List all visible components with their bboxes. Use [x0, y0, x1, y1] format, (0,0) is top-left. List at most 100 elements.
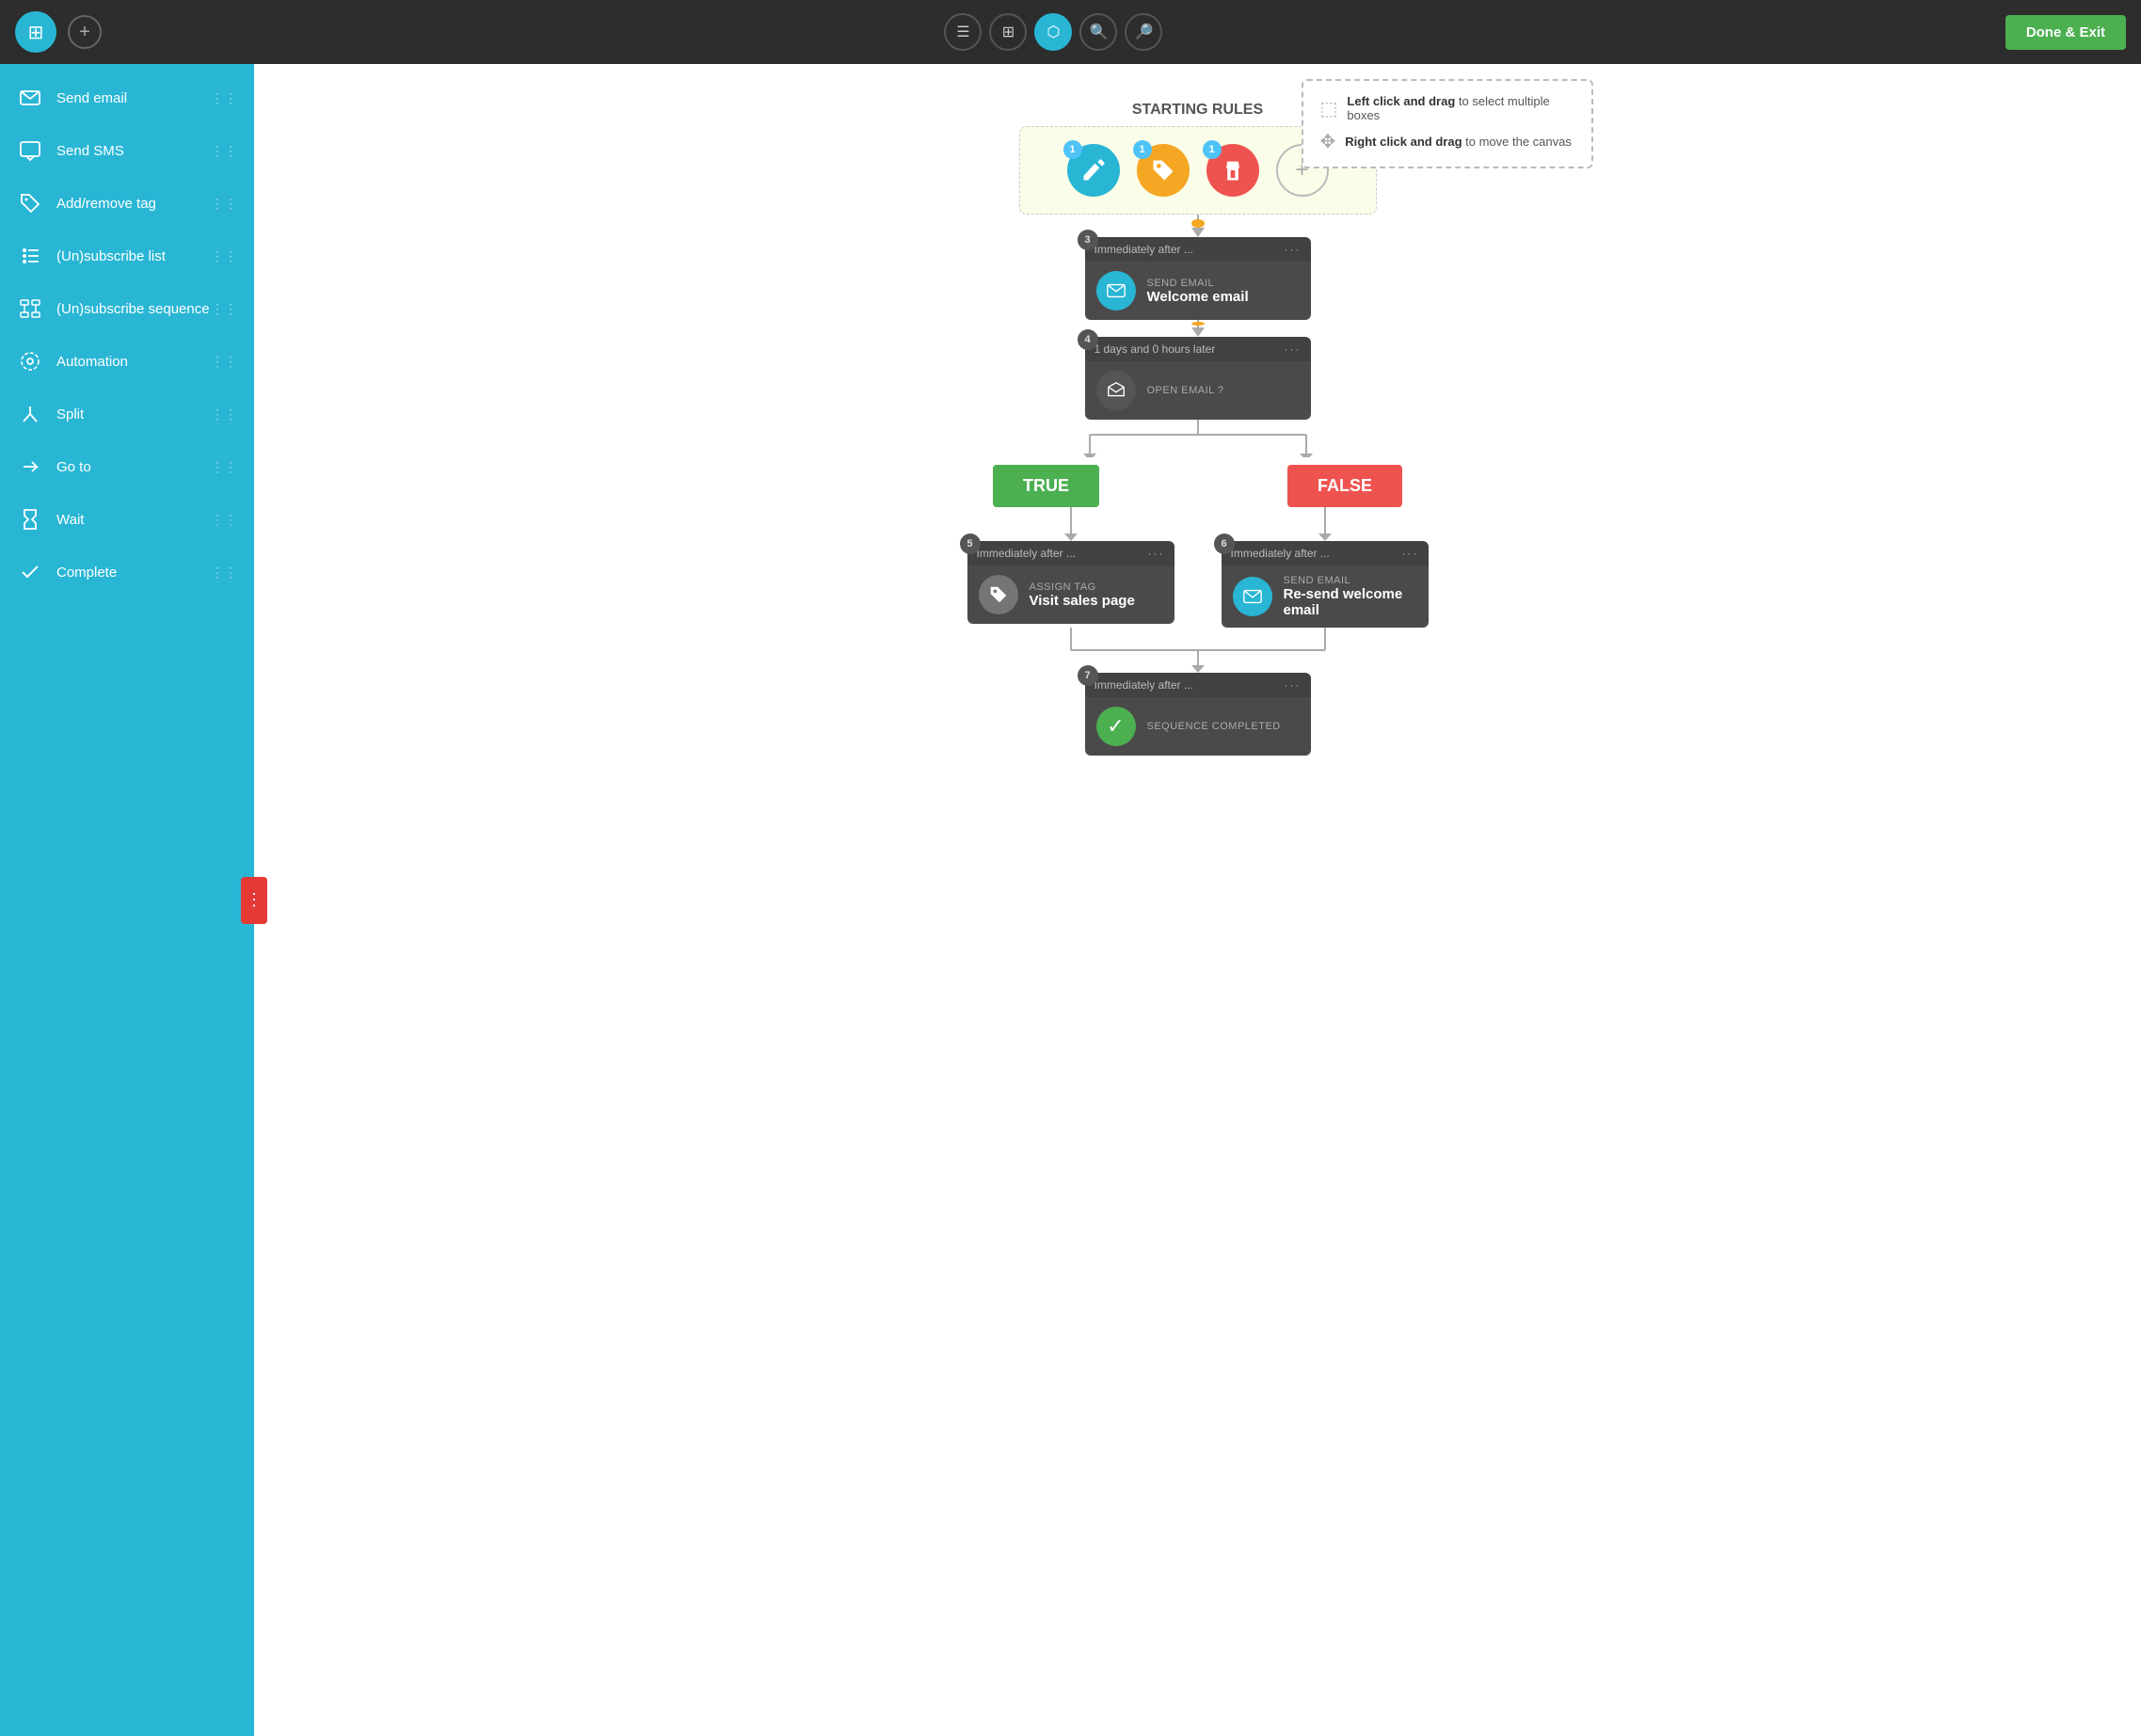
false-button[interactable]: FALSE	[1287, 465, 1402, 507]
complete-label: Complete	[56, 565, 117, 581]
add-remove-tag-label: Add/remove tag	[56, 196, 156, 212]
drag-handle[interactable]: ⋮⋮	[211, 196, 237, 212]
go-to-label: Go to	[56, 459, 91, 475]
select-boxes-icon: ⬚	[1320, 97, 1338, 120]
drag-handle[interactable]: ⋮⋮	[211, 90, 237, 106]
node7-menu[interactable]: ···	[1285, 678, 1302, 692]
node3-body: SEND EMAIL Welcome email	[1085, 262, 1311, 320]
topbar-center: ☰ ⊞ ⬡ 🔍 🔎	[102, 13, 2005, 51]
node7-header: Immediately after ... ···	[1085, 673, 1311, 697]
help-left-click: Left click and drag to select multiple b…	[1347, 94, 1574, 122]
sidebar-item-send-sms[interactable]: Send SMS ⋮⋮	[0, 124, 254, 177]
branch-down-connector-svg	[1000, 507, 1396, 541]
node5-menu[interactable]: ···	[1148, 547, 1165, 560]
node5-assign-tag[interactable]: Immediately after ... ··· ASSIGN TAG Vis…	[967, 541, 1174, 624]
rule-circle-2[interactable]: 1	[1137, 144, 1190, 197]
node7-sequence-completed[interactable]: Immediately after ... ··· ✓ SEQUENCE COM…	[1085, 673, 1311, 756]
drag-handle[interactable]: ⋮⋮	[211, 512, 237, 528]
grid-view-button[interactable]: ⊞	[989, 13, 1027, 51]
connector-dot	[1191, 219, 1205, 228]
sidebar: Send email ⋮⋮ Send SMS ⋮⋮ Add/remove tag…	[0, 64, 254, 1736]
sidebar-item-complete[interactable]: Complete ⋮⋮	[0, 546, 254, 598]
goto-icon	[17, 454, 43, 480]
drag-handle[interactable]: ⋮⋮	[211, 406, 237, 422]
canvas-inner: ⬚ Left click and drag to select multiple…	[775, 64, 1622, 1052]
send-email-icon	[17, 85, 43, 111]
complete-icon	[17, 559, 43, 585]
node5-text: ASSIGN TAG Visit sales page	[1030, 581, 1135, 609]
send-sms-label: Send SMS	[56, 143, 124, 159]
resend-email-node-icon	[1233, 577, 1272, 616]
node4-body: OPEN EMAIL ?	[1085, 361, 1311, 420]
node4-open-email[interactable]: 1 days and 0 hours later ··· OPEN EMAIL …	[1085, 337, 1311, 420]
sidebar-collapse-button[interactable]: ⋮	[241, 877, 267, 924]
wait-icon	[17, 506, 43, 533]
topbar: ⊞ + ☰ ⊞ ⬡ 🔍 🔎 Done & Exit	[0, 0, 2141, 64]
flow-view-button[interactable]: ⬡	[1034, 13, 1072, 51]
sidebar-item-send-email[interactable]: Send email ⋮⋮	[0, 72, 254, 124]
send-email-node-icon	[1096, 271, 1136, 311]
true-button[interactable]: TRUE	[993, 465, 1099, 507]
node7-badge: 7	[1078, 665, 1098, 686]
rule-badge-2: 1	[1133, 140, 1152, 159]
sidebar-item-split[interactable]: Split ⋮⋮	[0, 388, 254, 440]
send-sms-icon	[17, 137, 43, 164]
node4-header: 1 days and 0 hours later ···	[1085, 337, 1311, 361]
automation-icon	[17, 348, 43, 374]
split-label: Split	[56, 406, 84, 422]
node7-text: SEQUENCE COMPLETED	[1147, 721, 1281, 732]
node6-resend-email[interactable]: Immediately after ... ··· SEND EMAIL Re-…	[1222, 541, 1429, 628]
node3-send-email[interactable]: Immediately after ... ··· SEND EMAIL Wel…	[1085, 237, 1311, 320]
drag-handle[interactable]: ⋮⋮	[211, 354, 237, 370]
help-box: ⬚ Left click and drag to select multiple…	[1302, 79, 1593, 168]
node4-text: OPEN EMAIL ?	[1147, 385, 1224, 396]
rule-circle-1[interactable]: 1	[1067, 144, 1120, 197]
sequence-icon	[17, 295, 43, 322]
tag-icon	[17, 190, 43, 216]
sidebar-item-go-to[interactable]: Go to ⋮⋮	[0, 440, 254, 493]
node6-badge: 6	[1214, 534, 1235, 554]
sidebar-item-unsubscribe-sequence[interactable]: (Un)subscribe sequence ⋮⋮	[0, 282, 254, 335]
unsubscribe-list-label: (Un)subscribe list	[56, 248, 166, 264]
add-button[interactable]: +	[68, 15, 102, 49]
sidebar-item-add-remove-tag[interactable]: Add/remove tag ⋮⋮	[0, 177, 254, 230]
node4-menu[interactable]: ···	[1285, 342, 1302, 356]
logo-icon: ⊞	[15, 11, 56, 53]
zoom-in-button[interactable]: 🔎	[1125, 13, 1162, 51]
node6-text: SEND EMAIL Re-send welcome email	[1284, 575, 1417, 618]
node3-menu[interactable]: ···	[1285, 243, 1302, 256]
canvas[interactable]: ⬚ Left click and drag to select multiple…	[254, 64, 2141, 1736]
main-layout: Send email ⋮⋮ Send SMS ⋮⋮ Add/remove tag…	[0, 64, 2141, 1736]
split-icon	[17, 401, 43, 427]
unsubscribe-sequence-label: (Un)subscribe sequence	[56, 301, 210, 317]
rule-circle-3[interactable]: 1	[1206, 144, 1259, 197]
zoom-out-button[interactable]: 🔍	[1079, 13, 1117, 51]
done-exit-button[interactable]: Done & Exit	[2005, 15, 2126, 50]
node6-menu[interactable]: ···	[1402, 547, 1419, 560]
list-view-button[interactable]: ☰	[944, 13, 982, 51]
send-email-label: Send email	[56, 90, 127, 106]
node7-body: ✓ SEQUENCE COMPLETED	[1085, 697, 1311, 756]
assign-tag-node-icon	[979, 575, 1018, 614]
drag-handle[interactable]: ⋮⋮	[211, 301, 237, 317]
automation-label: Automation	[56, 354, 128, 370]
seq-check-icon: ✓	[1096, 707, 1136, 746]
list-icon	[17, 243, 43, 269]
rule-badge-3: 1	[1203, 140, 1222, 159]
branch-connector-svg	[1019, 420, 1377, 457]
drag-handle[interactable]: ⋮⋮	[211, 565, 237, 581]
sidebar-item-unsubscribe-list[interactable]: (Un)subscribe list ⋮⋮	[0, 230, 254, 282]
arrow-down	[1191, 228, 1205, 237]
rule-badge-1: 1	[1063, 140, 1082, 159]
node3-header: Immediately after ... ···	[1085, 237, 1311, 262]
drag-handle[interactable]: ⋮⋮	[211, 143, 237, 159]
sidebar-item-automation[interactable]: Automation ⋮⋮	[0, 335, 254, 388]
drag-handle[interactable]: ⋮⋮	[211, 459, 237, 475]
sidebar-item-wait[interactable]: Wait ⋮⋮	[0, 493, 254, 546]
drag-handle[interactable]: ⋮⋮	[211, 248, 237, 264]
node6-header: Immediately after ... ···	[1222, 541, 1429, 565]
merge-connector-svg	[1000, 628, 1396, 673]
node5-header: Immediately after ... ···	[967, 541, 1174, 565]
wait-label: Wait	[56, 512, 84, 528]
open-email-node-icon	[1096, 371, 1136, 410]
